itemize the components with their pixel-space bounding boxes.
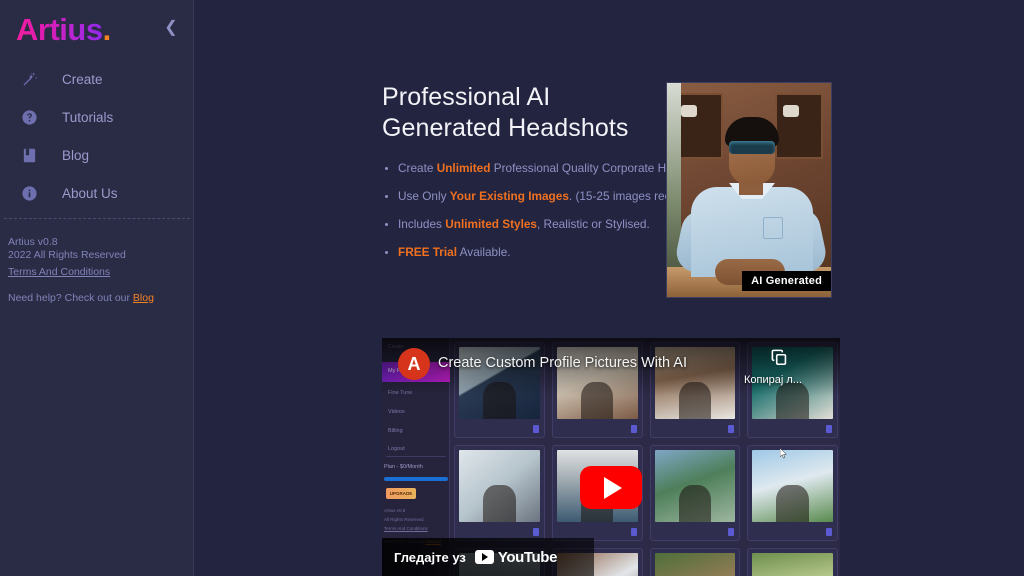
grid-item	[649, 445, 741, 541]
main-content: Professional AI Generated Headshots Crea…	[194, 0, 1024, 576]
app-version: Artius v0.8	[8, 236, 58, 248]
sidebar: Artius. ❮ Create Tutorials Blog About Us…	[0, 0, 194, 576]
book-icon	[16, 142, 42, 168]
feature-highlight: Your Existing Images	[449, 189, 569, 203]
feature-highlight: Unlimited	[436, 161, 491, 175]
ai-generated-badge: AI Generated	[742, 271, 831, 291]
brand-dot: .	[102, 12, 112, 47]
sidebar-item-label: Tutorials	[62, 109, 114, 125]
sidebar-divider	[4, 218, 190, 219]
play-button-icon	[604, 476, 622, 499]
feature-highlight: FREE Trial	[398, 245, 458, 259]
youtube-wordmark: YouTube	[497, 548, 558, 566]
video-app-foot-terms: Terms And Conditions	[384, 526, 428, 531]
sidebar-item-about-us[interactable]: About Us	[0, 174, 194, 212]
copy-link-button[interactable]: Копирај л...	[744, 348, 802, 386]
sidebar-nav: Create Tutorials Blog About Us	[0, 60, 194, 212]
video-app-usage-bar	[384, 477, 448, 481]
copy-icon	[770, 349, 789, 371]
video-app-upgrade-button: UPGRADE	[386, 488, 416, 499]
brand-name: Artius	[16, 10, 103, 50]
copyright: 2022 All Rights Reserved	[8, 249, 126, 261]
video-app-sidebar-top-label: Create	[388, 344, 404, 350]
sidebar-item-label: About Us	[62, 185, 118, 201]
feature-post: Available.	[457, 245, 511, 259]
page-title-line1: Professional AI	[382, 83, 551, 111]
grid-item	[747, 342, 838, 438]
terms-and-conditions-link[interactable]: Terms And Conditions	[8, 266, 110, 278]
grid-item	[454, 445, 545, 541]
channel-avatar[interactable]: A	[398, 348, 430, 380]
copy-tooltip: Копирај л...	[744, 374, 802, 386]
sidebar-item-label: Blog	[62, 147, 90, 163]
grid-item	[747, 548, 838, 576]
feature-highlight: Unlimited Styles	[445, 217, 537, 231]
magic-wand-icon	[16, 66, 42, 92]
video-app-plan-label: Plan - $0/Month	[384, 464, 423, 470]
question-circle-icon	[16, 104, 42, 130]
hero-sample-image: AI Generated	[666, 82, 832, 298]
watch-on-label: Гледајте уз	[394, 549, 466, 565]
video-title[interactable]: Create Custom Profile Pictures With AI	[438, 355, 687, 371]
video-app-sidebar-item: Logout	[388, 446, 405, 452]
brand-logo[interactable]: Artius.	[16, 10, 178, 50]
video-player[interactable]: Create My Pictures Fine Tune Videos Bill…	[382, 338, 840, 576]
feature-pre: Includes	[398, 217, 446, 231]
sidebar-item-label: Create	[62, 71, 103, 87]
video-app-sidebar-item: Billing	[388, 428, 403, 434]
grid-item	[747, 445, 838, 541]
sidebar-footer: Artius v0.8 2022 All Rights Reserved Ter…	[8, 236, 194, 304]
youtube-play-icon	[474, 550, 494, 564]
play-button[interactable]	[580, 466, 642, 509]
sidebar-item-create[interactable]: Create	[0, 60, 194, 98]
mouse-cursor-icon	[780, 448, 787, 459]
feature-pre: Use Only	[398, 189, 450, 203]
feature-pre: Create	[398, 161, 437, 175]
chevron-left-icon: ❮	[164, 19, 178, 36]
info-circle-icon	[16, 180, 42, 206]
watch-on-youtube-bar[interactable]: Гледајте уз YouTube	[382, 538, 594, 576]
feature-post: , Realistic or Stylised.	[537, 217, 650, 231]
page-title-line2: Generated Headshots	[382, 114, 629, 142]
video-app-sidebar-item: Fine Tune	[388, 390, 413, 396]
video-app-foot-rights: All Rights Reserved	[384, 517, 424, 522]
grid-item	[649, 548, 741, 576]
sidebar-collapse-button[interactable]: ❮	[158, 14, 184, 40]
youtube-logo: YouTube	[474, 548, 558, 566]
sidebar-item-tutorials[interactable]: Tutorials	[0, 98, 194, 136]
help-blog-link[interactable]: Blog	[133, 292, 154, 304]
help-prefix: Need help? Check out our	[8, 292, 133, 304]
sidebar-item-blog[interactable]: Blog	[0, 136, 194, 174]
generated-headshot-photo	[667, 83, 831, 297]
video-app-sidebar-item: Videos	[388, 409, 405, 415]
help-text: Need help? Check out our Blog	[8, 292, 194, 304]
video-app-foot-version: Artius v0.8	[384, 508, 406, 513]
